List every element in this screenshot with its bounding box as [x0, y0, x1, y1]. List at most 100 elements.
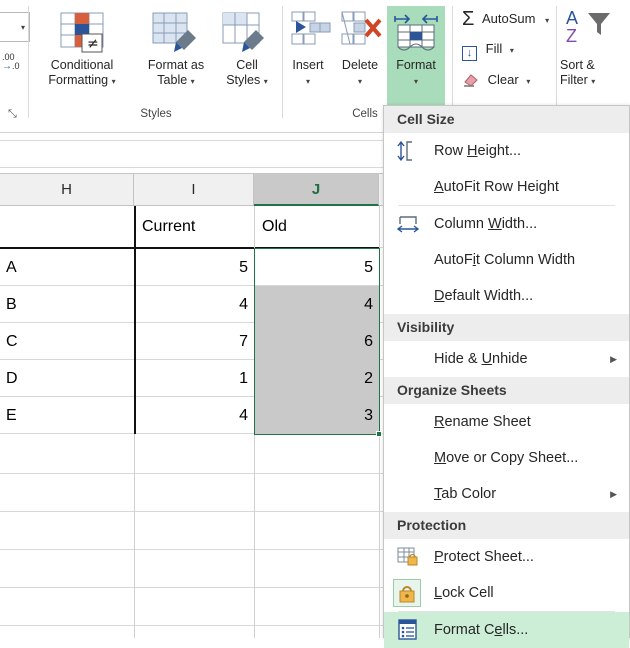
styles-group-label: Styles — [140, 108, 172, 120]
fill-label: Fill — [485, 41, 503, 56]
submenu-arrow-icon[interactable]: ▶ — [610, 476, 617, 512]
format-as-table-button[interactable]: Format as Table ▾ — [136, 58, 216, 89]
cell-j-b[interactable]: 4 — [256, 286, 379, 322]
cell-i-a[interactable]: 5 — [136, 249, 254, 285]
chevron-down-icon[interactable]: ▾ — [358, 77, 362, 86]
clear-button[interactable]: Clear ▾ — [462, 72, 530, 87]
format-as-table-label-line1: Format as — [147, 58, 205, 72]
chevron-down-icon[interactable]: ▾ — [526, 77, 530, 86]
group-divider — [452, 6, 453, 118]
chevron-down-icon[interactable]: ▾ — [414, 77, 418, 86]
menu-section-protection: Protection — [384, 512, 629, 539]
column-header-j[interactable]: J — [254, 174, 379, 206]
menu-section-visibility: Visibility — [384, 314, 629, 341]
funnel-icon — [588, 13, 610, 35]
cell-h-b[interactable]: B — [0, 286, 134, 322]
conditional-formatting-label-line1: Conditional — [50, 58, 114, 72]
chevron-down-icon[interactable]: ▾ — [591, 77, 595, 86]
cell-i-c[interactable]: 7 — [136, 323, 254, 359]
fill-button[interactable]: ↓ Fill ▾ — [462, 41, 514, 61]
group-divider — [556, 6, 557, 118]
chevron-down-icon[interactable]: ▾ — [306, 77, 310, 86]
grid-line-vertical — [379, 206, 380, 638]
cell-h-c[interactable]: C — [0, 323, 134, 359]
autosum-label: AutoSum — [482, 11, 536, 26]
cell-i-d[interactable]: 1 — [136, 360, 254, 396]
menu-item-autofit-column-width[interactable]: AutoFit Column Width — [384, 242, 629, 278]
cell-h-a[interactable]: A — [0, 249, 134, 285]
delete-cells-icon — [341, 11, 382, 45]
number-format-box[interactable] — [0, 12, 30, 42]
menu-item-autofit-row-height[interactable]: AutoFit Row Height — [384, 169, 629, 205]
sort-filter-button[interactable]: Sort & Filter ▾ — [560, 58, 630, 89]
conditional-formatting-button[interactable]: Conditional Formatting ▾ — [34, 58, 130, 89]
column-header-h[interactable]: H — [0, 174, 134, 206]
cell-i-b[interactable]: 4 — [136, 286, 254, 322]
fill-handle[interactable] — [376, 431, 382, 437]
column-header-i[interactable]: I — [134, 174, 254, 206]
menu-item-hide-unhide[interactable]: Hide & Unhide ▶ — [384, 341, 629, 377]
number-dialog-launcher-icon[interactable]: ⤡ — [8, 108, 20, 120]
submenu-arrow-icon[interactable]: ▶ — [610, 341, 617, 377]
cell-i-header[interactable]: Current — [136, 206, 254, 247]
menu-item-row-height[interactable]: Row Height... — [384, 133, 629, 169]
sort-filter-label-line2: Filter — [560, 73, 588, 87]
conditional-formatting-label-line2: Formatting — [48, 73, 109, 87]
cell-h-header[interactable] — [0, 206, 134, 247]
sort-filter-label-line1: Sort & — [560, 58, 595, 72]
menu-item-column-width[interactable]: Column Width... — [384, 206, 629, 242]
menu-item-tab-color[interactable]: Tab Color ▶ — [384, 476, 629, 512]
menu-item-default-width[interactable]: Default Width... — [384, 278, 629, 314]
autosum-button[interactable]: Σ AutoSum ▾ — [462, 8, 549, 31]
menu-item-label: AutoFit Column Width — [434, 252, 576, 268]
cell-j-e[interactable]: 3 — [256, 397, 379, 433]
cell-j-c[interactable]: 6 — [256, 323, 379, 359]
chevron-down-icon[interactable]: ▾ — [545, 16, 549, 25]
cell-j-header[interactable]: Old — [256, 206, 379, 247]
cell-h-e[interactable]: E — [0, 397, 134, 433]
chevron-down-icon[interactable]: ▾ — [191, 77, 195, 86]
lock-cell-icon-toggle-frame — [393, 579, 421, 607]
menu-item-label: Rename Sheet — [434, 414, 531, 430]
format-dropdown-menu: Cell Size Row Height... AutoFit Row Heig… — [383, 105, 630, 648]
menu-section-organize-sheets: Organize Sheets — [384, 377, 629, 404]
menu-item-label: Column Width... — [434, 216, 538, 232]
row-height-icon — [397, 140, 412, 162]
delete-label: Delete — [341, 58, 379, 72]
cell-h-d[interactable]: D — [0, 360, 134, 396]
sigma-icon: Σ — [462, 8, 475, 30]
cell-styles-label-line1: Cell — [236, 58, 258, 72]
insert-cells-button[interactable]: Insert ▾ — [284, 58, 332, 89]
fill-down-icon: ↓ — [462, 46, 477, 61]
cell-styles-button[interactable]: Cell Styles ▾ — [216, 58, 278, 89]
decimal-bottom-label: .0 — [12, 61, 20, 71]
chevron-down-icon[interactable]: ▾ — [264, 77, 268, 86]
menu-item-format-cells[interactable]: Format Cells... — [384, 612, 629, 648]
menu-item-label: Tab Color — [434, 486, 497, 502]
menu-item-rename-sheet[interactable]: Rename Sheet — [384, 404, 629, 440]
cell-i-e[interactable]: 4 — [136, 397, 254, 433]
delete-cells-button[interactable]: Delete ▾ — [334, 58, 386, 89]
menu-item-label: Lock Cell — [434, 585, 494, 601]
format-button-label-wrap[interactable]: Format ▾ — [387, 58, 445, 89]
menu-item-protect-sheet[interactable]: Protect Sheet... — [384, 539, 629, 575]
menu-item-move-or-copy-sheet[interactable]: Move or Copy Sheet... — [384, 440, 629, 476]
group-divider — [282, 6, 283, 118]
protect-sheet-icon — [397, 547, 418, 566]
chevron-down-icon[interactable]: ▾ — [21, 23, 25, 32]
svg-text:≠: ≠ — [87, 36, 99, 52]
menu-item-label: Protect Sheet... — [434, 549, 534, 565]
lock-cell-icon — [399, 586, 415, 603]
insert-label: Insert — [292, 58, 324, 72]
menu-section-cell-size: Cell Size — [384, 106, 629, 133]
cell-styles-label-line2: Styles — [226, 73, 261, 87]
menu-item-lock-cell[interactable]: Lock Cell — [384, 575, 629, 611]
chevron-down-icon[interactable]: ▾ — [510, 46, 514, 55]
chevron-down-icon[interactable]: ▾ — [112, 77, 116, 86]
eraser-icon — [464, 74, 478, 87]
clear-label: Clear — [487, 72, 519, 87]
cell-j-d[interactable]: 2 — [256, 360, 379, 396]
decrease-decimal-icon[interactable]: .00 →.0 — [2, 53, 20, 72]
menu-item-label: Default Width... — [434, 288, 534, 304]
cell-j-a[interactable]: 5 — [256, 249, 379, 285]
